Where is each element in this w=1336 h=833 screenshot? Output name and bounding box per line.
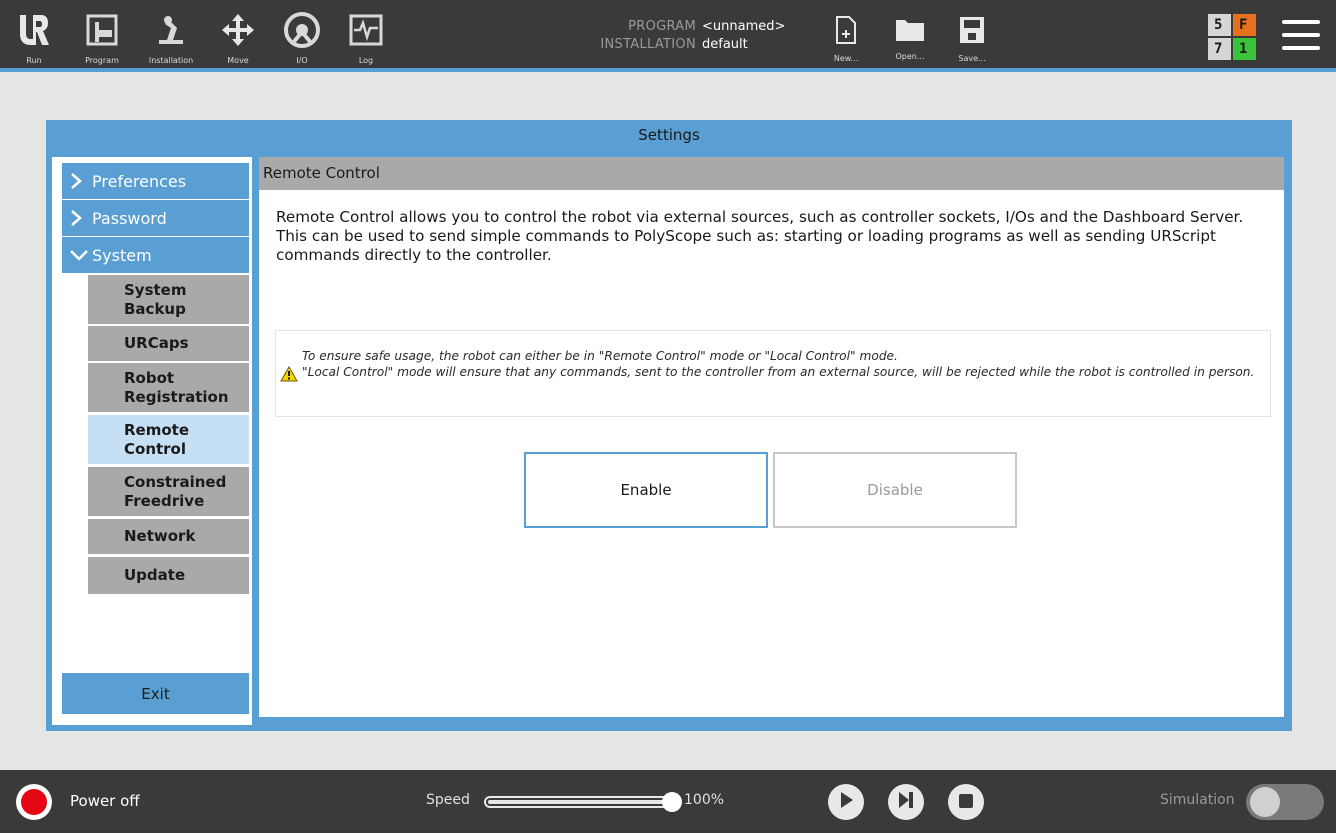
- power-off-indicator-icon: [21, 789, 47, 815]
- panel-title: Settings: [638, 126, 700, 144]
- chevron-right-icon: [70, 210, 92, 226]
- nav-log-label: Log: [358, 56, 374, 65]
- sidebar-item-preferences[interactable]: Preferences: [62, 163, 249, 199]
- nav-installation-button[interactable]: Installation: [143, 0, 199, 72]
- settings-sidebar: Preferences Password System System Backu…: [52, 157, 252, 725]
- sidebar-item-remote-control[interactable]: Remote Control: [88, 415, 249, 464]
- content-header: Remote Control: [259, 157, 1284, 190]
- sidebar-sub-label: Update: [124, 566, 186, 584]
- sidebar-item-system-backup[interactable]: System Backup: [88, 275, 249, 324]
- simulation-toggle[interactable]: [1246, 784, 1324, 820]
- exit-button[interactable]: Exit: [62, 673, 249, 714]
- nav-io-label: I/O: [296, 56, 308, 65]
- step-icon: [897, 791, 915, 813]
- open-folder-icon: [895, 16, 925, 46]
- simulation-label: Simulation: [1160, 792, 1235, 808]
- speed-slider-handle[interactable]: [662, 792, 682, 812]
- speed-label: Speed: [426, 792, 470, 808]
- enable-button[interactable]: Enable: [524, 452, 768, 528]
- installation-icon: [151, 10, 191, 50]
- speed-slider-fill: [488, 800, 672, 804]
- warning-text: To ensure safe usage, the robot can eith…: [302, 348, 1268, 380]
- power-label[interactable]: Power off: [70, 792, 140, 810]
- sidebar-sub-label: Constrained Freedrive: [124, 472, 227, 510]
- chevron-right-icon: [70, 173, 92, 189]
- sidebar-item-label: Preferences: [92, 171, 187, 191]
- sidebar-item-label: System: [92, 245, 152, 265]
- sidebar-item-system[interactable]: System: [62, 237, 249, 273]
- nav-move-label: Move: [227, 56, 249, 65]
- nav-installation-label: Installation: [148, 56, 194, 65]
- settings-panel: Settings Preferences Password System Sys…: [46, 120, 1292, 731]
- play-button[interactable]: [828, 784, 864, 820]
- stop-button[interactable]: [948, 784, 984, 820]
- sidebar-item-label: Password: [92, 208, 167, 228]
- installation-name: default: [702, 37, 748, 52]
- sidebar-item-password[interactable]: Password: [62, 200, 249, 236]
- sidebar-sub-label: Robot Registration: [124, 368, 229, 406]
- footer-bar: Power off Speed 100% Simulation: [0, 770, 1336, 833]
- program-key: PROGRAM: [628, 19, 696, 34]
- new-file-button[interactable]: New...: [826, 0, 866, 72]
- nav-program-button[interactable]: Program: [80, 0, 124, 72]
- sidebar-item-network[interactable]: Network: [88, 519, 249, 554]
- sidebar-sub-label: Network: [124, 527, 196, 545]
- nav-run-label: Run: [26, 56, 42, 65]
- remote-control-content: Remote Control Remote Control allows you…: [259, 157, 1284, 717]
- io-icon: [282, 10, 322, 50]
- simulation-toggle-knob: [1250, 787, 1280, 817]
- nav-move-button[interactable]: Move: [218, 0, 258, 72]
- nav-program-label: Program: [85, 56, 119, 65]
- status-bottom-left: 7: [1208, 38, 1231, 60]
- sidebar-sub-label: System Backup: [124, 280, 187, 318]
- status-fault: F: [1233, 14, 1256, 36]
- open-file-button[interactable]: Open...: [890, 0, 930, 72]
- safety-warning-box: To ensure safe usage, the robot can eith…: [275, 330, 1271, 417]
- status-indicator[interactable]: 5 F 7 1: [1208, 14, 1258, 62]
- status-ok: 1: [1233, 38, 1256, 60]
- speed-value: 100%: [684, 792, 725, 808]
- save-file-label: Save...: [958, 54, 986, 63]
- sidebar-sub-label: Remote Control: [124, 420, 190, 458]
- program-name: <unnamed>: [702, 19, 786, 34]
- sidebar-item-constrained-freedrive[interactable]: Constrained Freedrive: [88, 467, 249, 516]
- remote-control-description: Remote Control allows you to control the…: [276, 208, 1276, 265]
- installation-key: INSTALLATION: [600, 37, 696, 52]
- top-bar: Run Program Installation Move I/O Log PR…: [0, 0, 1336, 72]
- stop-icon: [959, 793, 973, 812]
- speed-slider-track[interactable]: [484, 796, 676, 808]
- chevron-down-icon: [70, 249, 92, 261]
- sidebar-item-robot-registration[interactable]: Robot Registration: [88, 363, 249, 412]
- sidebar-item-update[interactable]: Update: [88, 557, 249, 594]
- sidebar-item-urcaps[interactable]: URCaps: [88, 326, 249, 361]
- description-line-2: This can be used to send simple commands…: [276, 227, 1216, 264]
- sidebar-sub-label: URCaps: [124, 334, 189, 352]
- new-file-icon: [835, 16, 857, 48]
- hamburger-menu-icon[interactable]: [1282, 20, 1320, 52]
- nav-run-button[interactable]: Run: [14, 0, 54, 72]
- description-line-1: Remote Control allows you to control the…: [276, 208, 1244, 226]
- play-icon: [838, 791, 854, 813]
- warning-icon: [280, 365, 298, 386]
- nav-io-button[interactable]: I/O: [280, 0, 324, 72]
- step-button[interactable]: [888, 784, 924, 820]
- power-button[interactable]: [16, 784, 52, 820]
- warning-line-2: "Local Control" mode will ensure that an…: [302, 365, 1255, 379]
- new-file-label: New...: [833, 54, 859, 63]
- warning-line-1: To ensure safe usage, the robot can eith…: [302, 349, 898, 363]
- move-icon: [218, 10, 258, 50]
- status-top-left: 5: [1208, 14, 1231, 36]
- log-icon: [346, 10, 386, 50]
- ur-logo-icon: [14, 10, 54, 50]
- disable-button[interactable]: Disable: [773, 452, 1017, 528]
- program-info: PROGRAM <unnamed> INSTALLATION default: [560, 18, 810, 54]
- nav-log-button[interactable]: Log: [346, 0, 386, 72]
- save-icon: [959, 16, 985, 48]
- save-file-button[interactable]: Save...: [952, 0, 992, 72]
- open-file-label: Open...: [895, 52, 925, 61]
- program-icon: [82, 10, 122, 50]
